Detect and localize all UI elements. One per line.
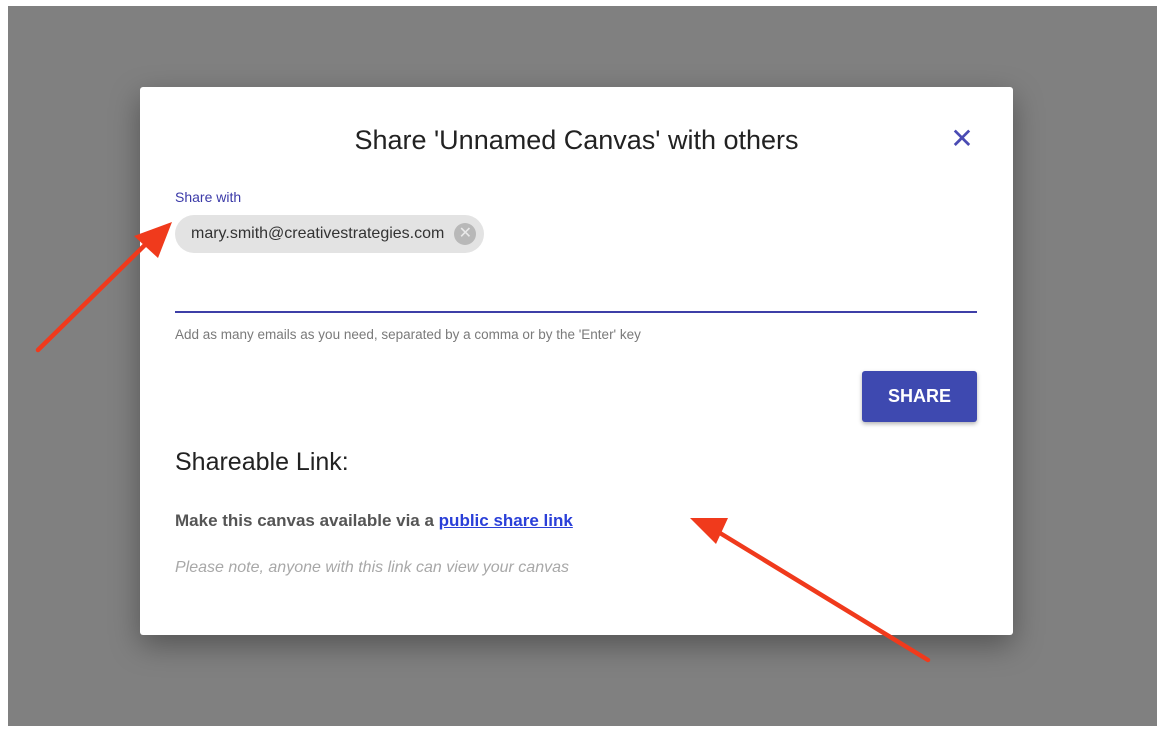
helper-text: Add as many emails as you need, separate… bbox=[175, 327, 641, 342]
share-with-input[interactable]: mary.smith@creativestrategies.com ✕ bbox=[175, 215, 977, 313]
share-link-prefix: Make this canvas available via a bbox=[175, 511, 434, 530]
email-chip: mary.smith@creativestrategies.com ✕ bbox=[175, 215, 485, 253]
share-with-label: Share with bbox=[175, 189, 242, 205]
email-chip-label: mary.smith@creativestrategies.com bbox=[191, 225, 445, 242]
dialog-title: Share 'Unnamed Canvas' with others bbox=[354, 125, 799, 155]
share-link-note: Please note, anyone with this link can v… bbox=[175, 559, 569, 576]
share-button[interactable]: SHARE bbox=[862, 371, 977, 422]
shareable-link-title: Shareable Link: bbox=[175, 448, 349, 476]
share-dialog: Share 'Unnamed Canvas' with others ✕ Sha… bbox=[140, 87, 1013, 635]
public-share-link[interactable]: public share link bbox=[439, 511, 573, 530]
share-link-line: Make this canvas available via a public … bbox=[175, 511, 573, 531]
chip-remove-icon[interactable]: ✕ bbox=[454, 223, 477, 245]
close-icon[interactable]: ✕ bbox=[948, 125, 976, 153]
